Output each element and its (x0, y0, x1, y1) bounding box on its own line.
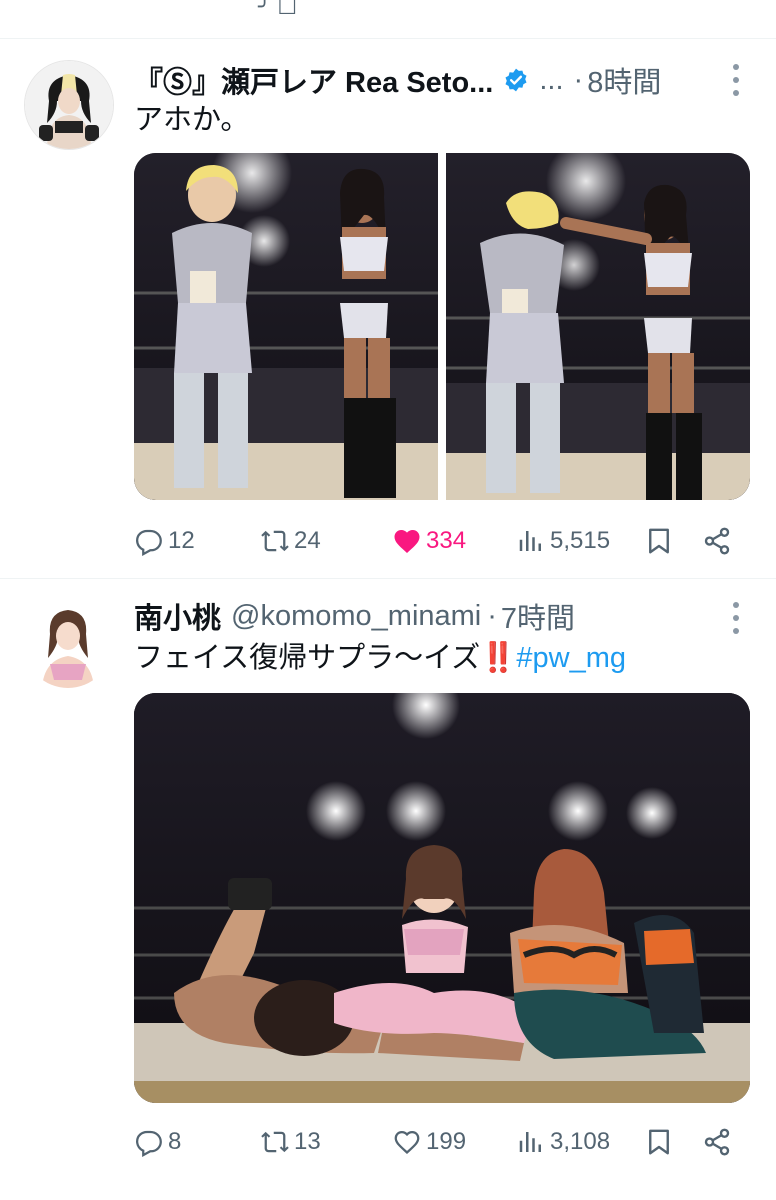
retweet-count: 13 (294, 1128, 321, 1155)
retweet-icon (261, 1131, 289, 1153)
timestamp[interactable]: 7時間 (501, 596, 575, 636)
photo-1[interactable] (134, 153, 438, 500)
retweet-button[interactable]: 24 (260, 521, 321, 561)
views-button[interactable]: 5,515 (516, 521, 610, 561)
tweet-header: 『Ⓢ』瀬戸レア Rea Seto... ... · 8時間 (134, 60, 716, 100)
separator-dot: · (573, 63, 584, 96)
reply-icon (135, 1130, 162, 1157)
avatar[interactable] (24, 60, 114, 150)
more-icon[interactable] (730, 64, 742, 96)
reply-button[interactable]: 8 (134, 1122, 181, 1162)
tweet-actions: 8 13 199 3,108 (134, 1122, 754, 1162)
bookmark-icon (649, 528, 669, 554)
timestamp[interactable]: 8時間 (587, 60, 661, 100)
like-button[interactable]: 199 (392, 1122, 466, 1162)
share-button[interactable] (702, 1122, 736, 1162)
prev-action-icons: ╯ ☐ (258, 0, 298, 19)
double-exclamation-emoji: ‼️ (480, 642, 517, 674)
heart-icon (394, 530, 420, 553)
reply-icon (135, 529, 162, 556)
photo-1[interactable] (134, 693, 750, 1103)
hashtag-link[interactable]: #pw_mg (516, 642, 626, 674)
views-button[interactable]: 3,108 (516, 1122, 610, 1162)
share-button[interactable] (702, 521, 736, 561)
tweet-text: フェイス復帰サプラ〜イズ‼️#pw_mg (134, 640, 746, 676)
reply-count: 12 (168, 527, 195, 554)
handle[interactable]: @komomo_minami (231, 600, 481, 633)
tweet-header: 南小桃 @komomo_minami · 7時間 (134, 596, 716, 636)
tweet-text-body: フェイス復帰サプラ〜イズ (134, 642, 481, 674)
previous-tweet-fragment: ╯ ☐ (0, 0, 776, 38)
views-count: 5,515 (550, 527, 611, 554)
like-count: 199 (426, 1128, 467, 1155)
divider (0, 38, 776, 39)
verified-badge-icon (503, 67, 529, 93)
like-count: 334 (426, 527, 467, 554)
tweet-actions: 12 24 334 5,515 (134, 521, 754, 561)
display-name[interactable]: 『Ⓢ』瀬戸レア Rea Seto... (134, 60, 493, 100)
tweet-media[interactable] (134, 693, 750, 1103)
views-icon (519, 531, 541, 551)
reply-button[interactable]: 12 (134, 521, 195, 561)
tweet-text: アホか。 (134, 104, 250, 136)
more-icon[interactable] (730, 602, 742, 634)
display-name[interactable]: 南小桃 (134, 596, 221, 636)
retweet-icon (261, 530, 289, 552)
share-icon (704, 1128, 730, 1156)
bookmark-button[interactable] (644, 1122, 678, 1162)
bookmark-icon (649, 1129, 669, 1155)
bookmark-button[interactable] (644, 521, 678, 561)
avatar[interactable] (24, 600, 112, 688)
share-icon (704, 527, 730, 555)
retweet-button[interactable]: 13 (260, 1122, 321, 1162)
photo-2[interactable] (446, 153, 750, 500)
like-button[interactable]: 334 (392, 521, 466, 561)
reply-count: 8 (168, 1128, 182, 1155)
heart-icon (394, 1130, 420, 1155)
tweet-media[interactable] (134, 153, 750, 500)
views-count: 3,108 (550, 1128, 611, 1155)
tweet-1[interactable]: 『Ⓢ』瀬戸レア Rea Seto... ... · 8時間 アホか。 12 24… (0, 40, 776, 578)
handle-truncated: ... (539, 63, 564, 96)
separator-dot: · (487, 599, 497, 632)
tweet-2[interactable]: 南小桃 @komomo_minami · 7時間 フェイス復帰サプラ〜イズ‼️#… (0, 580, 776, 1200)
retweet-count: 24 (294, 527, 321, 554)
views-icon (519, 1132, 541, 1152)
divider (0, 578, 776, 579)
